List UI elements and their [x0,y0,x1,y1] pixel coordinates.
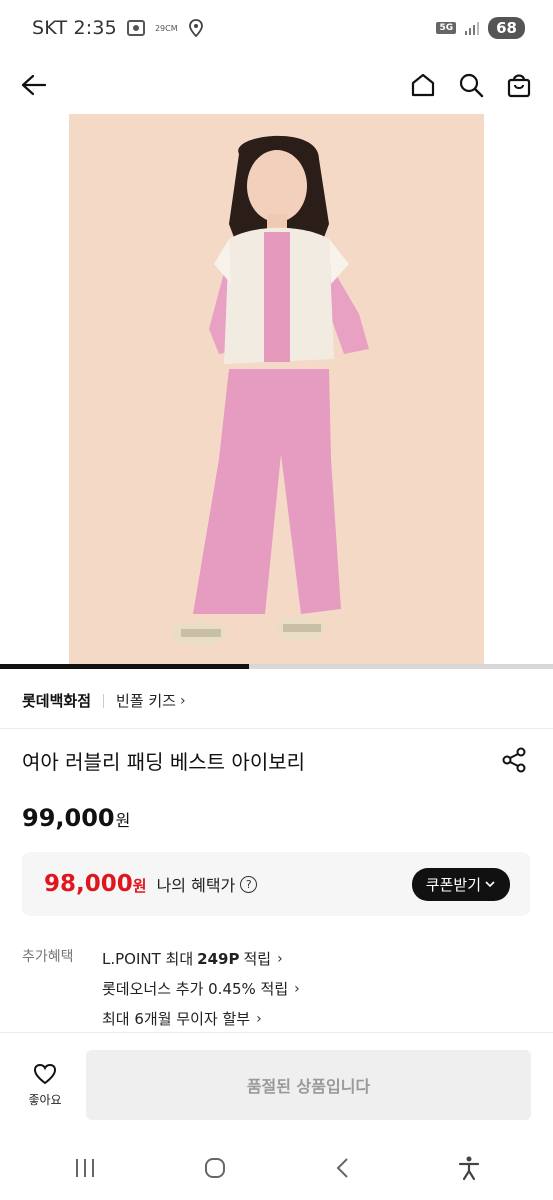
like-label: 좋아요 [28,1093,62,1107]
chevron-right-icon: › [256,1011,262,1027]
extra-benefits-label: 추가혜택 [22,949,74,965]
share-icon [502,747,526,773]
system-navigation-bar [0,1136,553,1200]
carousel-progress-fill [0,664,249,669]
carousel-progress-bar [0,664,553,669]
chevron-right-icon: › [179,692,186,709]
signal-icon [465,22,480,35]
network-badge: 5G [436,22,457,34]
home-button[interactable] [409,71,437,99]
benefit-item-installment[interactable]: 최대 6개월 무이자 할부 › [102,1004,300,1034]
model-illustration [171,135,369,646]
coupon-button-label: 쿠폰받기 [425,875,481,894]
carrier-time: SKT 2:35 [32,17,117,39]
chevron-down-icon [485,881,495,888]
recent-apps-icon[interactable] [73,1157,97,1179]
screenshot-icon [126,20,145,36]
seller-divider [103,693,105,708]
shopping-bag-icon [507,74,531,98]
product-photo [69,114,484,664]
search-button[interactable] [457,71,485,99]
back-button[interactable] [20,71,48,99]
battery-level: 68 [488,17,525,39]
sold-out-button[interactable]: 품절된 상품입니다 [86,1050,531,1120]
status-bar: SKT 2:35 29CM 5G 68 [0,0,553,56]
price-unit: 원 [115,811,131,830]
benefit-price: 98,000원 [44,871,147,897]
store-name[interactable]: 롯데백화점 [22,690,91,711]
product-image-carousel[interactable] [0,114,553,664]
benefit-price-box: 98,000원 나의 혜택가 ? 쿠폰받기 [22,852,530,916]
location-pin-icon [188,19,203,37]
chevron-right-icon: › [294,981,300,997]
cart-button[interactable] [505,71,533,99]
chevron-right-icon: › [277,951,283,967]
benefit-label: 나의 혜택가 [156,876,236,895]
share-button[interactable] [500,746,528,774]
home-circle-icon[interactable] [203,1156,227,1180]
benefit-item-lotte-owners[interactable]: 롯데오너스 추가 0.45% 적립 › [102,974,300,1004]
weather-text: 29CM [154,23,178,33]
benefit-item-lpoint[interactable]: L.POINT 최대 249P 적립 › [102,944,300,974]
arrow-left-icon [21,74,47,96]
extra-benefits-list: L.POINT 최대 249P 적립 › 롯데오너스 추가 0.45% 적립 ›… [102,944,300,1034]
price-value: 99,000 [22,804,115,832]
back-nav-icon[interactable] [334,1157,352,1179]
seller-row: 롯데백화점 빈폴 키즈 › [22,690,186,711]
heart-icon [33,1063,57,1085]
accessibility-icon[interactable] [458,1155,480,1181]
help-icon[interactable]: ? [240,875,258,893]
benefit-price-value: 98,000 [44,871,133,897]
section-divider [0,728,553,729]
bottom-action-bar: 좋아요 품절된 상품입니다 [0,1032,553,1136]
brand-link[interactable]: 빈폴 키즈 [116,690,176,711]
top-app-bar [0,56,553,114]
search-icon [459,73,484,98]
get-coupon-button[interactable]: 쿠폰받기 [411,867,510,901]
home-icon [411,73,435,97]
original-price: 99,000원 [22,804,130,832]
benefit-price-unit: 원 [132,877,147,895]
like-button[interactable]: 좋아요 [20,1063,70,1108]
product-title: 여아 러블리 패딩 베스트 아이보리 [22,750,306,774]
